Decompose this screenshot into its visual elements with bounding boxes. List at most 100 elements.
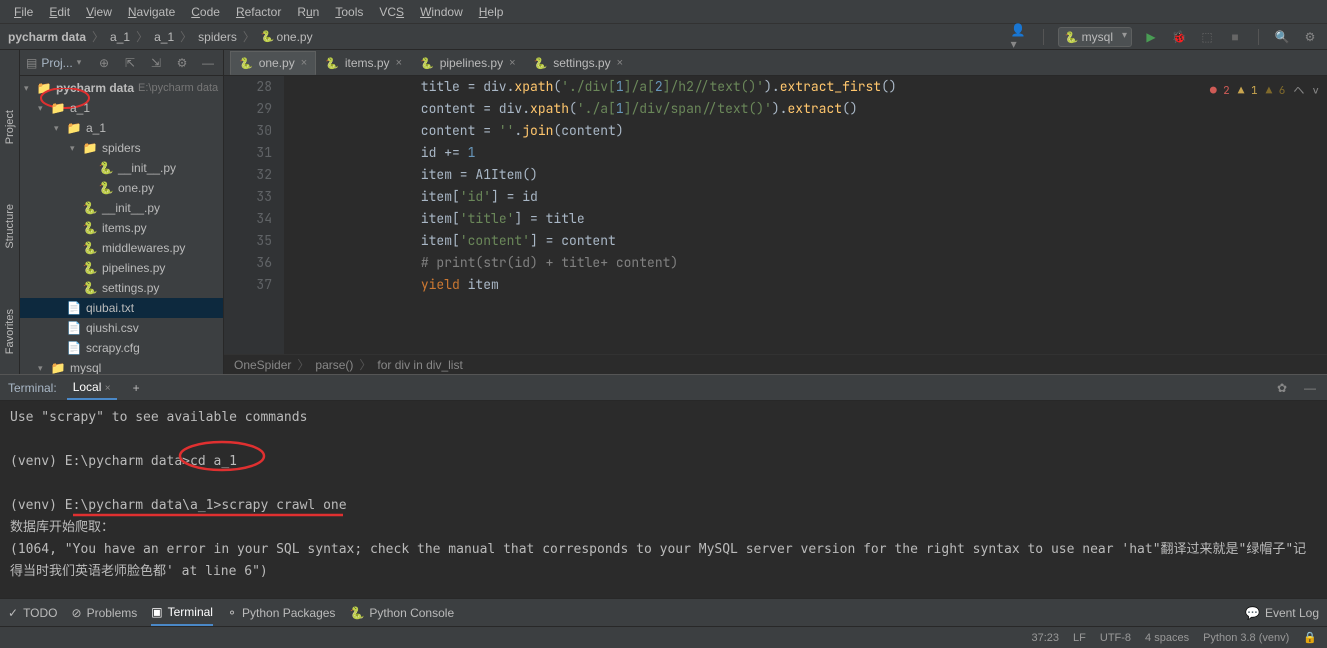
menu-file[interactable]: File [6, 5, 41, 19]
tool-todo[interactable]: ✓ TODO [8, 606, 58, 620]
tool-python-packages[interactable]: ⚬ Python Packages [227, 606, 335, 620]
tree-item[interactable]: 📄qiubai.txt [20, 298, 223, 318]
lock-icon[interactable]: 🔒 [1303, 631, 1317, 644]
menu-edit[interactable]: Edit [41, 5, 78, 19]
user-icon[interactable]: 👤▾ [1011, 28, 1029, 46]
tool-project-tab[interactable]: Project [4, 110, 16, 144]
tree-item[interactable]: 🐍__init__.py [20, 198, 223, 218]
run-with-coverage-button[interactable]: ⬚ [1198, 28, 1216, 46]
editor-tab[interactable]: 🐍items.py× [316, 51, 411, 75]
tool-problems[interactable]: ⊘ Problems [72, 606, 138, 620]
debug-button[interactable]: 🐞 [1170, 28, 1188, 46]
menu-code[interactable]: Code [183, 5, 228, 19]
tool-terminal[interactable]: ▣ Terminal [151, 599, 213, 626]
add-terminal-button[interactable]: + [127, 377, 146, 399]
run-config-selector[interactable]: 🐍 mysql [1058, 27, 1132, 47]
interpreter-info[interactable]: Python 3.8 (venv) [1203, 632, 1289, 644]
tree-item[interactable]: 🐍__init__.py [20, 158, 223, 178]
project-tree[interactable]: ▾📁 pycharm data E:\pycharm data ▾📁a_1▾📁a… [20, 76, 223, 374]
editor-tab[interactable]: 🐍one.py× [230, 51, 316, 75]
chevron-up-icon[interactable]: ヘ [1293, 80, 1304, 102]
code-line[interactable]: # print(str(id) + title+ content) [296, 252, 1327, 274]
warning-indicator[interactable]: ▲ 1 [1238, 80, 1258, 102]
close-icon[interactable]: × [617, 57, 623, 69]
error-indicator[interactable]: ● 2 [1210, 80, 1230, 102]
caret-position[interactable]: 37:23 [1032, 632, 1060, 644]
tree-item[interactable]: ▾📁mysql [20, 358, 223, 374]
tree-item[interactable]: 🐍middlewares.py [20, 238, 223, 258]
code-line[interactable]: id += 1 [296, 142, 1327, 164]
inspection-indicators[interactable]: ● 2 ▲ 1 ▲ 6 ヘ ∨ [1210, 80, 1319, 102]
collapse-all-icon[interactable]: ⇲ [147, 54, 165, 72]
bottom-tool-bar: ✓ TODO ⊘ Problems ▣ Terminal ⚬ Python Pa… [0, 598, 1327, 626]
tree-item[interactable]: 🐍pipelines.py [20, 258, 223, 278]
tree-item[interactable]: ▾📁a_1 [20, 118, 223, 138]
file-encoding[interactable]: UTF-8 [1100, 632, 1131, 644]
menu-window[interactable]: Window [412, 5, 471, 19]
breadcrumb-block[interactable]: for div in div_list [377, 358, 462, 372]
menu-tools[interactable]: Tools [327, 5, 371, 19]
indent-info[interactable]: 4 spaces [1145, 632, 1189, 644]
close-icon[interactable]: × [301, 57, 307, 69]
code-line[interactable]: yield item [296, 274, 1327, 296]
breadcrumb-root[interactable]: pycharm data [8, 30, 86, 44]
code-line[interactable]: title = div.xpath('./div[1]/a[2]/h2//tex… [296, 76, 1327, 98]
dropdown-icon[interactable]: ▾ [77, 57, 82, 68]
menu-run[interactable]: Run [289, 5, 327, 19]
menu-view[interactable]: View [78, 5, 120, 19]
editor-tab[interactable]: 🐍settings.py× [525, 51, 633, 75]
tree-root[interactable]: ▾📁 pycharm data E:\pycharm data [20, 78, 223, 98]
menu-help[interactable]: Help [471, 5, 512, 19]
project-panel-title[interactable]: Proj... [41, 56, 72, 70]
tree-item[interactable]: 📄scrapy.cfg [20, 338, 223, 358]
tool-structure-tab[interactable]: Structure [4, 204, 16, 249]
terminal-output[interactable]: Use "scrapy" to see available commands (… [0, 401, 1327, 598]
line-separator[interactable]: LF [1073, 632, 1086, 644]
terminal-tab-local[interactable]: Local × [67, 376, 117, 400]
weak-warning-indicator[interactable]: ▲ 6 [1266, 80, 1286, 102]
tree-item[interactable]: ▾📁spiders [20, 138, 223, 158]
search-everywhere-button[interactable]: 🔍 [1273, 28, 1291, 46]
breadcrumb-item[interactable]: a_1 [154, 30, 174, 44]
gear-icon[interactable]: ⚙ [173, 54, 191, 72]
tree-item[interactable]: 📄qiushi.csv [20, 318, 223, 338]
breadcrumb-class[interactable]: OneSpider [234, 358, 291, 372]
editor-tab[interactable]: 🐍pipelines.py× [411, 51, 525, 75]
tool-python-console[interactable]: 🐍 Python Console [349, 606, 454, 620]
code-editor[interactable]: ● 2 ▲ 1 ▲ 6 ヘ ∨ 28293031323334353637 tit… [224, 76, 1327, 354]
close-icon[interactable]: × [396, 57, 402, 69]
breadcrumb-item[interactable]: a_1 [110, 30, 130, 44]
run-button[interactable]: ▶ [1142, 28, 1160, 46]
hide-icon[interactable]: — [199, 54, 217, 72]
menu-refactor[interactable]: Refactor [228, 5, 289, 19]
stop-button[interactable]: ■ [1226, 28, 1244, 46]
code-line[interactable]: item['id'] = id [296, 186, 1327, 208]
hide-icon[interactable]: — [1301, 379, 1319, 397]
expand-all-icon[interactable]: ⇱ [121, 54, 139, 72]
gear-icon[interactable]: ✿ [1273, 379, 1291, 397]
code-line[interactable]: item = A1Item() [296, 164, 1327, 186]
close-icon[interactable]: × [509, 57, 515, 69]
tree-item[interactable]: 🐍one.py [20, 178, 223, 198]
breadcrumb-method[interactable]: parse() [315, 358, 353, 372]
menu-navigate[interactable]: Navigate [120, 5, 183, 19]
code-line[interactable]: item['title'] = title [296, 208, 1327, 230]
tree-item[interactable]: 🐍items.py [20, 218, 223, 238]
chevron-down-icon[interactable]: ∨ [1312, 80, 1319, 102]
event-log[interactable]: 💬 Event Log [1245, 606, 1319, 620]
code-line[interactable]: item['content'] = content [296, 230, 1327, 252]
locate-icon[interactable]: ⊕ [95, 54, 113, 72]
left-tool-tabs: Project Structure Favorites [0, 50, 20, 374]
tree-item[interactable]: 🐍settings.py [20, 278, 223, 298]
breadcrumb-item[interactable]: spiders [198, 30, 237, 44]
code-line[interactable]: content = ''.join(content) [296, 120, 1327, 142]
code-line[interactable]: content = div.xpath('./a[1]/div/span//te… [296, 98, 1327, 120]
menu-bar: File Edit View Navigate Code Refactor Ru… [0, 0, 1327, 24]
menu-vcs[interactable]: VCS [371, 5, 412, 19]
settings-button[interactable]: ⚙ [1301, 28, 1319, 46]
breadcrumb-file[interactable]: one.py [277, 30, 313, 44]
tool-favorites-tab[interactable]: Favorites [4, 309, 16, 354]
navigation-bar: pycharm data 〉 a_1 〉 a_1 〉 spiders 〉 🐍 o… [0, 24, 1327, 50]
tree-item[interactable]: ▾📁a_1 [20, 98, 223, 118]
terminal-label: Terminal: [8, 381, 57, 395]
